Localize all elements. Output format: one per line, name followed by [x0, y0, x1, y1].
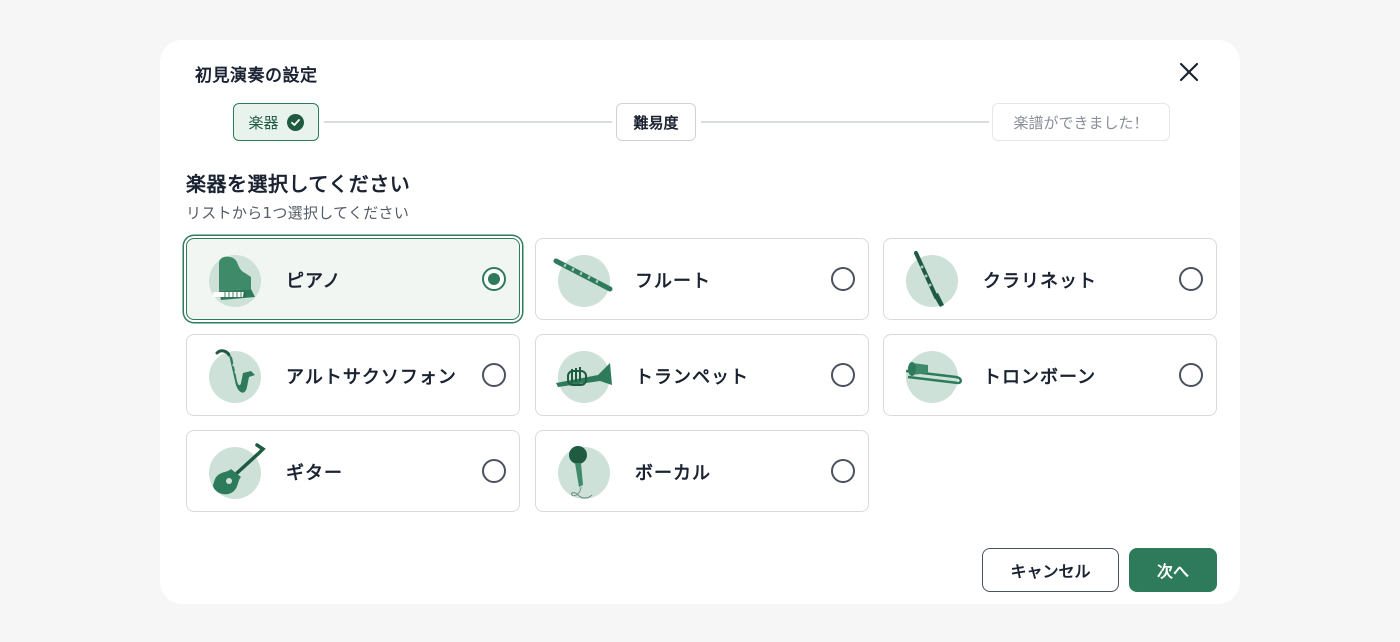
section-heading: 楽器を選択してください [186, 172, 411, 196]
clarinet-icon [914, 251, 944, 307]
instrument-label: ギター [286, 463, 343, 484]
instrument-label: アルトサクソフォン [286, 367, 457, 388]
instrument-card-clarinet[interactable]: クラリネット [883, 238, 1217, 320]
instrument-setup-dialog: 初見演奏の設定 楽器 難易度 楽譜ができました！ 楽器を選択してください リスト… [160, 40, 1240, 604]
stepper-connector [324, 121, 612, 123]
instrument-label: トランペット [635, 367, 749, 388]
trumpet-icon [556, 363, 612, 387]
instrument-card-guitar[interactable]: ギター [186, 430, 520, 512]
instrument-label: ボーカル [635, 463, 711, 484]
radio-button[interactable] [482, 267, 506, 291]
next-button[interactable]: 次へ [1129, 548, 1217, 592]
instrument-card-piano[interactable]: ピアノ [186, 238, 520, 320]
radio-button[interactable] [831, 363, 855, 387]
check-circle-icon [286, 113, 304, 131]
instrument-label: フルート [635, 271, 711, 292]
radio-button[interactable] [831, 267, 855, 291]
radio-button[interactable] [482, 459, 506, 483]
radio-button[interactable] [1179, 363, 1203, 387]
instrument-card-vocal[interactable]: ボーカル [535, 430, 869, 512]
step-label: 楽譜ができました！ [1013, 113, 1149, 132]
step-instrument[interactable]: 楽器 [233, 103, 319, 141]
saxophone-icon [215, 349, 255, 393]
step-score-ready: 楽譜ができました！ [992, 103, 1170, 141]
section-subheading: リストから1つ選択してください [186, 204, 410, 222]
instrument-label: ピアノ [286, 271, 342, 292]
instrument-card-trumpet[interactable]: トランペット [535, 334, 869, 416]
radio-button[interactable] [482, 363, 506, 387]
instrument-card-flute[interactable]: フルート [535, 238, 869, 320]
microphone-icon [569, 446, 593, 499]
close-button[interactable] [1176, 59, 1202, 85]
radio-button[interactable] [1179, 267, 1203, 291]
instrument-label: トロンボーン [983, 367, 1097, 388]
stepper-connector [701, 121, 989, 123]
instrument-card-alto-saxophone[interactable]: アルトサクソフォン [186, 334, 520, 416]
radio-button[interactable] [831, 459, 855, 483]
close-icon [1179, 62, 1199, 82]
dialog-title: 初見演奏の設定 [195, 66, 318, 86]
stepper: 楽器 難易度 楽譜ができました！ [160, 102, 1240, 142]
step-label: 難易度 [633, 113, 679, 132]
trombone-icon [905, 362, 962, 385]
guitar-icon [213, 443, 266, 495]
instrument-label: クラリネット [983, 271, 1097, 292]
piano-icon [212, 256, 255, 300]
step-difficulty[interactable]: 難易度 [616, 103, 696, 141]
flute-icon [553, 258, 613, 292]
step-label: 楽器 [248, 113, 279, 132]
instrument-card-trombone[interactable]: トロンボーン [883, 334, 1217, 416]
cancel-button[interactable]: キャンセル [982, 548, 1119, 592]
